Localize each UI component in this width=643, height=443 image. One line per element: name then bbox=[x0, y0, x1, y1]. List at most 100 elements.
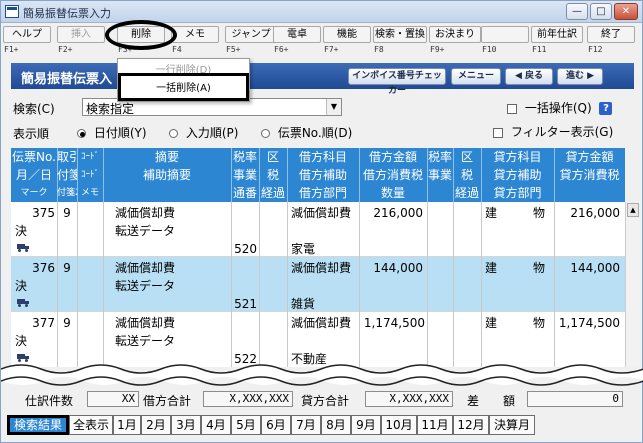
col-header-credit-amount[interactable]: 貸方金額 bbox=[554, 148, 625, 166]
tab-month-11[interactable]: 11月 bbox=[417, 415, 453, 435]
tab-month-12[interactable]: 12月 bbox=[453, 415, 489, 435]
fkey-help[interactable]: ヘルプ F1+ bbox=[3, 26, 51, 58]
tab-show-all[interactable]: 全表示 bbox=[69, 415, 113, 435]
radio-input-order[interactable]: 入力順(P) bbox=[169, 124, 238, 141]
col-header-transition: 経過 bbox=[260, 186, 285, 200]
radio-selected-icon[interactable] bbox=[77, 129, 86, 138]
summary-cell: 減価償却費 bbox=[115, 261, 176, 275]
col-header-tag1: 付箋1 bbox=[57, 168, 77, 182]
filter-display-toggle[interactable]: フィルター表示(G) bbox=[493, 123, 613, 140]
tab-month-3[interactable]: 3月 bbox=[171, 415, 201, 435]
fkey-function[interactable]: 機能 F7+ bbox=[323, 26, 371, 58]
radio-date-order[interactable]: 日付順(Y) bbox=[77, 124, 147, 141]
invoice-checker-button[interactable]: インボイス番号チェッカー bbox=[348, 68, 446, 96]
col-header-debit-account[interactable]: 借方科目 bbox=[287, 148, 359, 166]
totals-bar: 仕訳件数 XX 借方合計 X,XXX,XXX 貸方合計 X,XXX,XXX 差 … bbox=[11, 391, 635, 409]
debit-amount-cell: 216,000 bbox=[373, 206, 423, 220]
tab-month-2[interactable]: 2月 bbox=[141, 415, 171, 435]
tab-search-results[interactable]: 検索結果 bbox=[7, 415, 69, 435]
menu-button[interactable]: メニュー bbox=[451, 68, 501, 85]
col-header-tax: 税 bbox=[266, 168, 279, 182]
back-button[interactable]: ◀ 戻る bbox=[505, 68, 553, 85]
credit-amount-cell: 216,000 bbox=[570, 206, 620, 220]
difference-value: 0 bbox=[527, 391, 623, 407]
slip-no-cell: 375 bbox=[32, 206, 55, 220]
maximize-button[interactable]: □ bbox=[590, 3, 612, 20]
fkey-calculator[interactable]: 電卓 F6+ bbox=[273, 26, 321, 58]
col-header-debit-tax: 借方消費税 bbox=[362, 168, 423, 182]
col-header-credit-tax-class[interactable]: 区 bbox=[453, 148, 481, 166]
next-button[interactable]: 進む ▶ bbox=[557, 68, 603, 85]
col-header-summary[interactable]: 摘要 bbox=[103, 148, 231, 166]
tab-month-9[interactable]: 9月 bbox=[351, 415, 381, 435]
debit-amount-cell: 144,000 bbox=[373, 261, 423, 275]
help-icon[interactable]: ? bbox=[599, 102, 613, 115]
col-header-credit-sub: 貸方補助 bbox=[493, 168, 542, 182]
function-key-toolbar: ヘルプ F1+ 挿入 F2+ 削除 F3+ メモ F4 ジャンプ F5+ 電卓 F6+ 機能… bbox=[3, 26, 640, 58]
slip-no-cell: 377 bbox=[32, 316, 55, 330]
credit-total-label: 貸方合計 bbox=[301, 394, 350, 408]
col-header-serial: 通番 bbox=[232, 186, 257, 200]
col-header-transaction[interactable]: 取引 bbox=[57, 148, 77, 166]
col-header-quantity: 数量 bbox=[380, 186, 405, 200]
entry-count-label: 仕訳件数 bbox=[25, 394, 74, 408]
fkey-f10[interactable]: F10 bbox=[481, 26, 529, 58]
col-header-credit-transition: 経過 bbox=[454, 186, 479, 200]
app-window: 簡易振替伝票入力 — □ ✕ ヘルプ F1+ 挿入 F2+ 削除 F3+ メモ F4 ジ… bbox=[0, 0, 643, 443]
tab-month-4[interactable]: 4月 bbox=[201, 415, 231, 435]
fkey-prior-year[interactable]: 前年仕訳 F11 bbox=[531, 26, 583, 58]
search-combobox-value: 検索指定 bbox=[86, 102, 135, 116]
tab-month-6[interactable]: 6月 bbox=[261, 415, 291, 435]
close-button[interactable]: ✕ bbox=[614, 3, 638, 20]
radio-unselected-icon[interactable] bbox=[261, 129, 270, 138]
bulk-operation-label: 一括操作(Q) bbox=[524, 101, 592, 115]
col-header-code[interactable]: ｺｰﾄﾞ bbox=[77, 148, 103, 166]
bulk-operation-toggle[interactable]: 一括操作(Q) ? bbox=[507, 99, 613, 116]
fkey-templates[interactable]: お決まり F9+ bbox=[429, 26, 481, 58]
debit-total-label: 借方合計 bbox=[143, 394, 192, 408]
tab-month-5[interactable]: 5月 bbox=[231, 415, 261, 435]
delete-all-highlight-box bbox=[118, 73, 249, 101]
radio-unselected-icon[interactable] bbox=[169, 129, 178, 138]
debit-account-cell: 減価償却費 bbox=[291, 316, 352, 330]
col-header-memo: メモ bbox=[80, 188, 99, 198]
col-header-tax-class[interactable]: 区 bbox=[259, 148, 287, 166]
col-header-credit-tax-flag: 税 bbox=[460, 168, 473, 182]
vertical-scrollbar[interactable]: ▲ bbox=[625, 202, 640, 367]
col-header-slip-no[interactable]: 伝票No. bbox=[11, 148, 57, 166]
fkey-jump[interactable]: ジャンプ F5+ bbox=[225, 26, 277, 58]
col-header-credit-business: 事業 bbox=[427, 168, 452, 182]
mark-cell: 決 bbox=[15, 224, 28, 238]
tab-month-1[interactable]: 1月 bbox=[113, 415, 141, 435]
minimize-button[interactable]: — bbox=[566, 3, 588, 20]
col-header-credit-account[interactable]: 貸方科目 bbox=[481, 148, 554, 166]
fkey-exit[interactable]: 終了 F12 bbox=[587, 26, 635, 58]
col-header-credit-tax-rate[interactable]: 税率 bbox=[427, 148, 453, 166]
fkey-memo[interactable]: メモ F4 bbox=[171, 26, 219, 58]
chevron-down-icon[interactable]: ▼ bbox=[326, 99, 341, 115]
sub-summary-cell: 転送データ bbox=[115, 334, 176, 348]
filter-display-checkbox[interactable] bbox=[493, 127, 503, 138]
fkey-search-replace[interactable]: 検索・置換 F8 bbox=[373, 26, 427, 58]
screen-title: 簡易振替伝票入 bbox=[21, 72, 113, 87]
transaction-cell: 9 bbox=[63, 206, 71, 220]
scroll-up-arrow-icon[interactable]: ▲ bbox=[627, 203, 639, 217]
radio-slip-order[interactable]: 伝票No.順(D) bbox=[261, 124, 352, 141]
col-header-tax-rate[interactable]: 税率 bbox=[231, 148, 259, 166]
tab-closing-month[interactable]: 決算月 bbox=[489, 415, 535, 435]
window-title: 簡易振替伝票入力 bbox=[23, 7, 111, 20]
transfer-truck-icon bbox=[17, 353, 29, 362]
tab-month-7[interactable]: 7月 bbox=[291, 415, 321, 435]
search-label: 検索(C) bbox=[13, 102, 55, 116]
col-header-sub-summary: 補助摘要 bbox=[142, 168, 191, 182]
entry-count-value: XX bbox=[87, 391, 139, 407]
col-header-debit-amount[interactable]: 借方金額 bbox=[359, 148, 427, 166]
fkey-insert[interactable]: 挿入 F2+ bbox=[57, 26, 105, 58]
tab-month-10[interactable]: 10月 bbox=[381, 415, 417, 435]
tab-month-8[interactable]: 8月 bbox=[321, 415, 351, 435]
bulk-operation-checkbox[interactable] bbox=[507, 103, 517, 114]
col-header-credit-tax: 貸方消費税 bbox=[559, 168, 620, 182]
delete-highlight-ellipse bbox=[105, 20, 177, 50]
filter-display-label: フィルター表示(G) bbox=[510, 125, 614, 139]
slip-no-cell: 376 bbox=[32, 261, 55, 275]
